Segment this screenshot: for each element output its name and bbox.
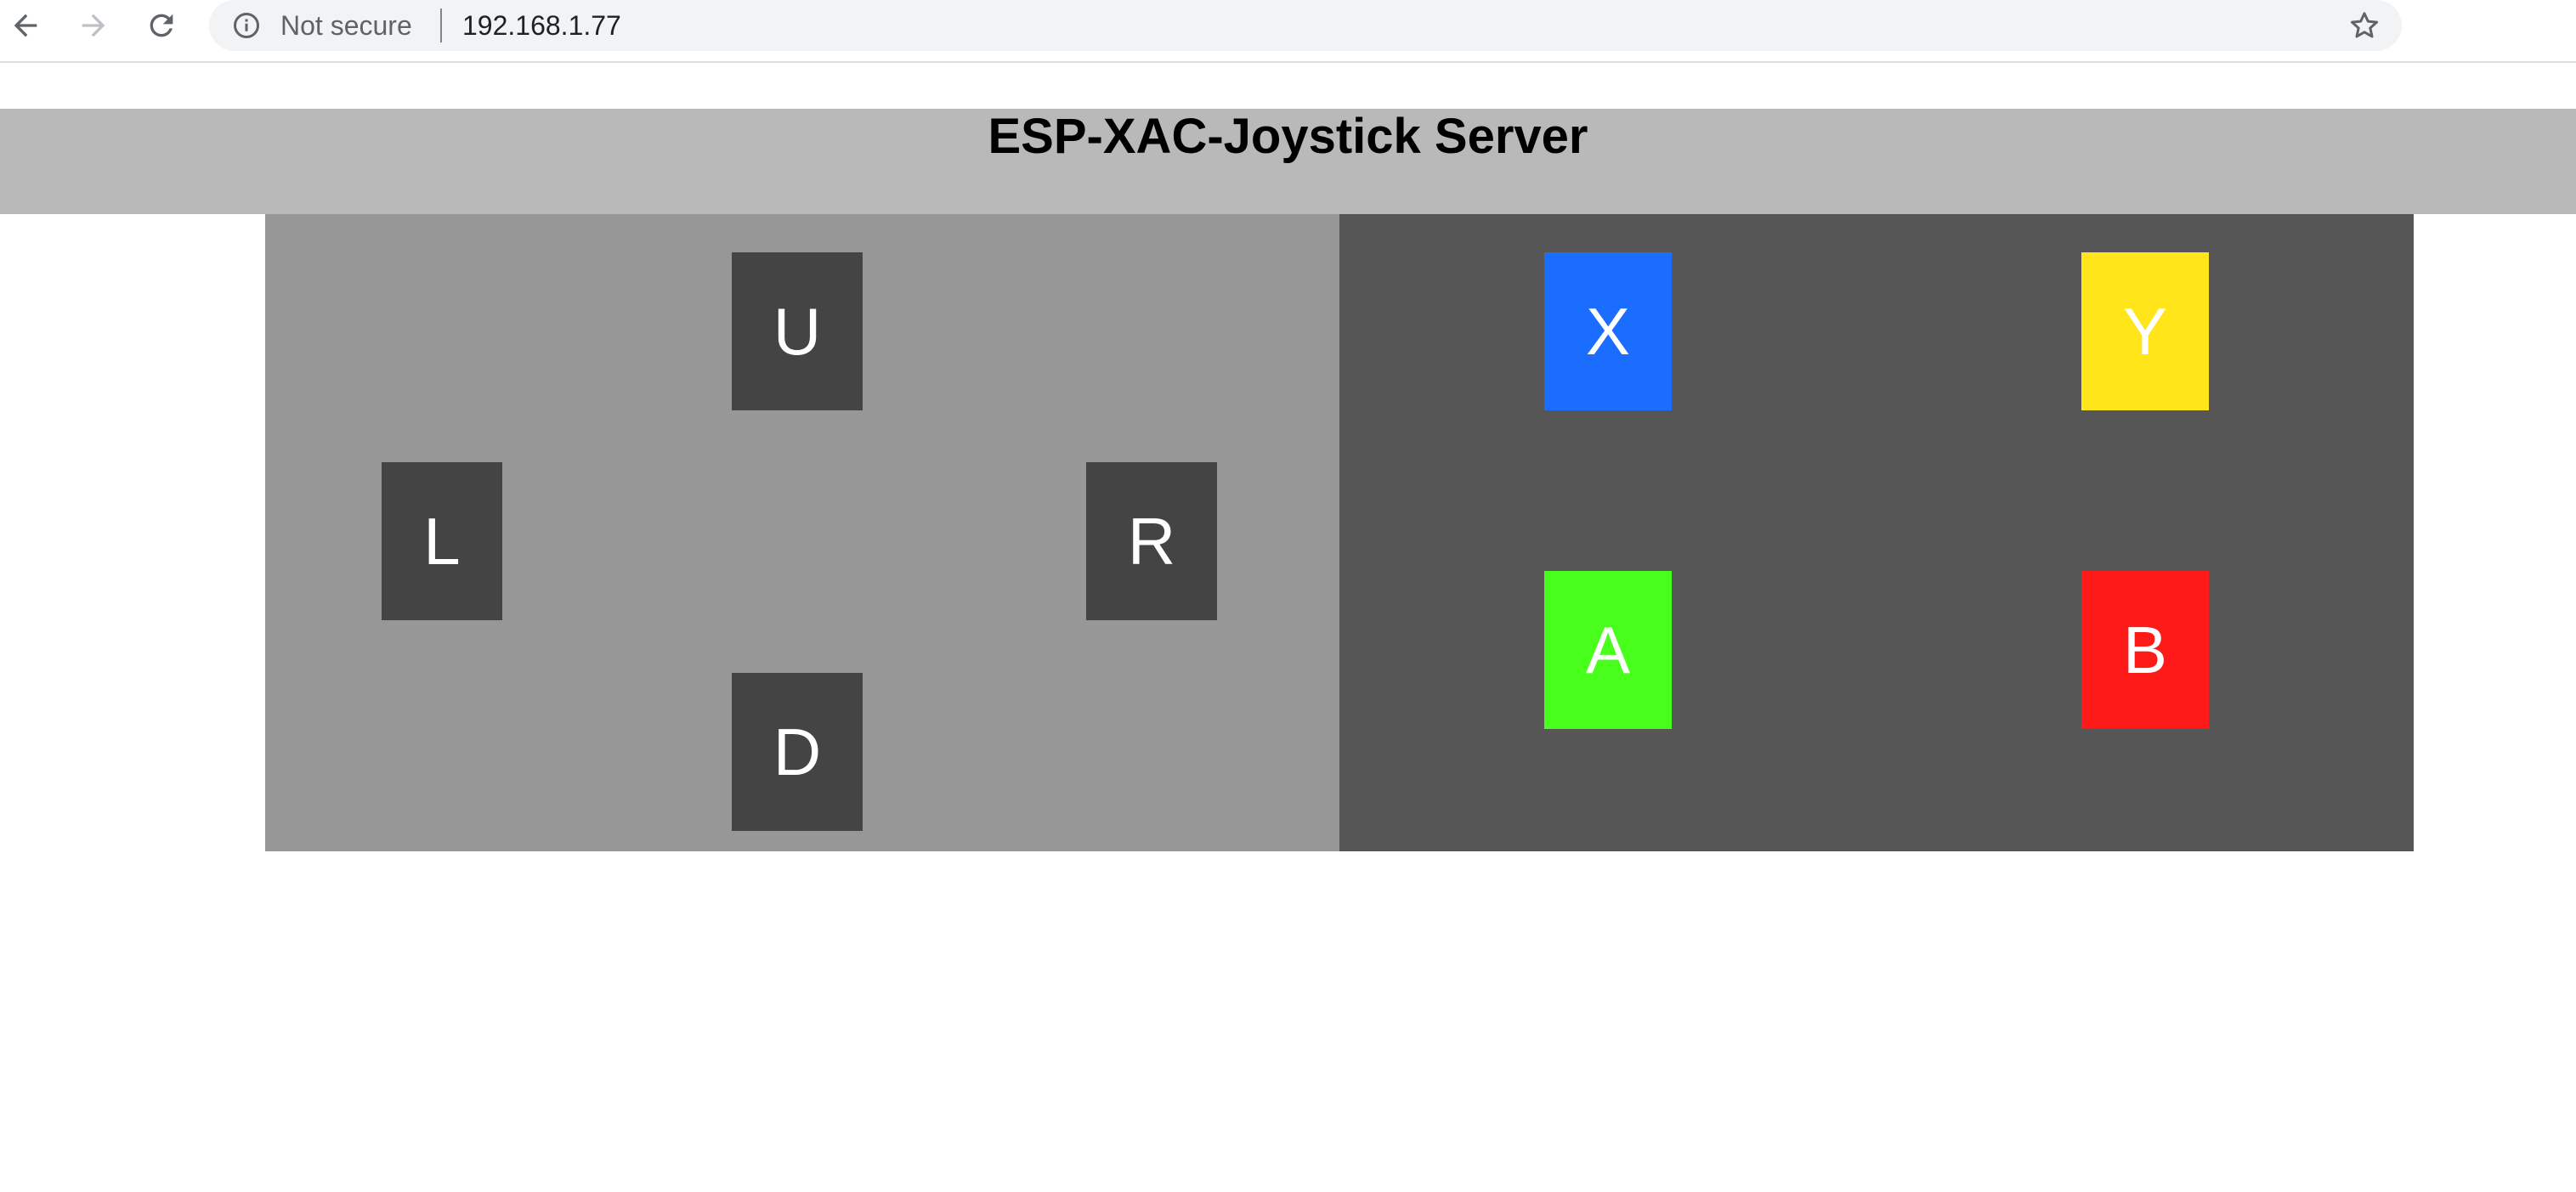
browser-toolbar: Not secure 192.168.1.77: [0, 0, 2576, 63]
dpad-right-button[interactable]: R: [1086, 462, 1217, 620]
reload-icon: [150, 14, 173, 37]
a-button[interactable]: A: [1544, 571, 1672, 729]
back-button[interactable]: [5, 5, 46, 46]
page-header: ESP-XAC-Joystick Server: [0, 109, 2576, 214]
face-button-panel: X Y A B: [1339, 214, 2414, 851]
url-text[interactable]: 192.168.1.77: [462, 10, 621, 41]
forward-arrow-icon: [82, 14, 105, 37]
back-arrow-icon: [14, 14, 37, 37]
security-status-label[interactable]: Not secure: [280, 10, 412, 41]
dpad-panel: U L R D: [265, 214, 1339, 851]
b-button[interactable]: B: [2081, 571, 2209, 729]
y-button[interactable]: Y: [2081, 252, 2209, 410]
info-icon[interactable]: [231, 10, 262, 41]
bookmark-star-icon[interactable]: [2347, 8, 2381, 42]
address-bar[interactable]: Not secure 192.168.1.77: [209, 0, 2402, 51]
page-title: ESP-XAC-Joystick Server: [988, 109, 1588, 164]
dpad-left-button[interactable]: L: [382, 462, 502, 620]
forward-button[interactable]: [73, 5, 114, 46]
omnibox-divider: [440, 8, 442, 42]
reload-button[interactable]: [141, 5, 182, 46]
x-button[interactable]: X: [1544, 252, 1672, 410]
dpad-up-button[interactable]: U: [732, 252, 863, 410]
dpad-down-button[interactable]: D: [732, 673, 863, 831]
